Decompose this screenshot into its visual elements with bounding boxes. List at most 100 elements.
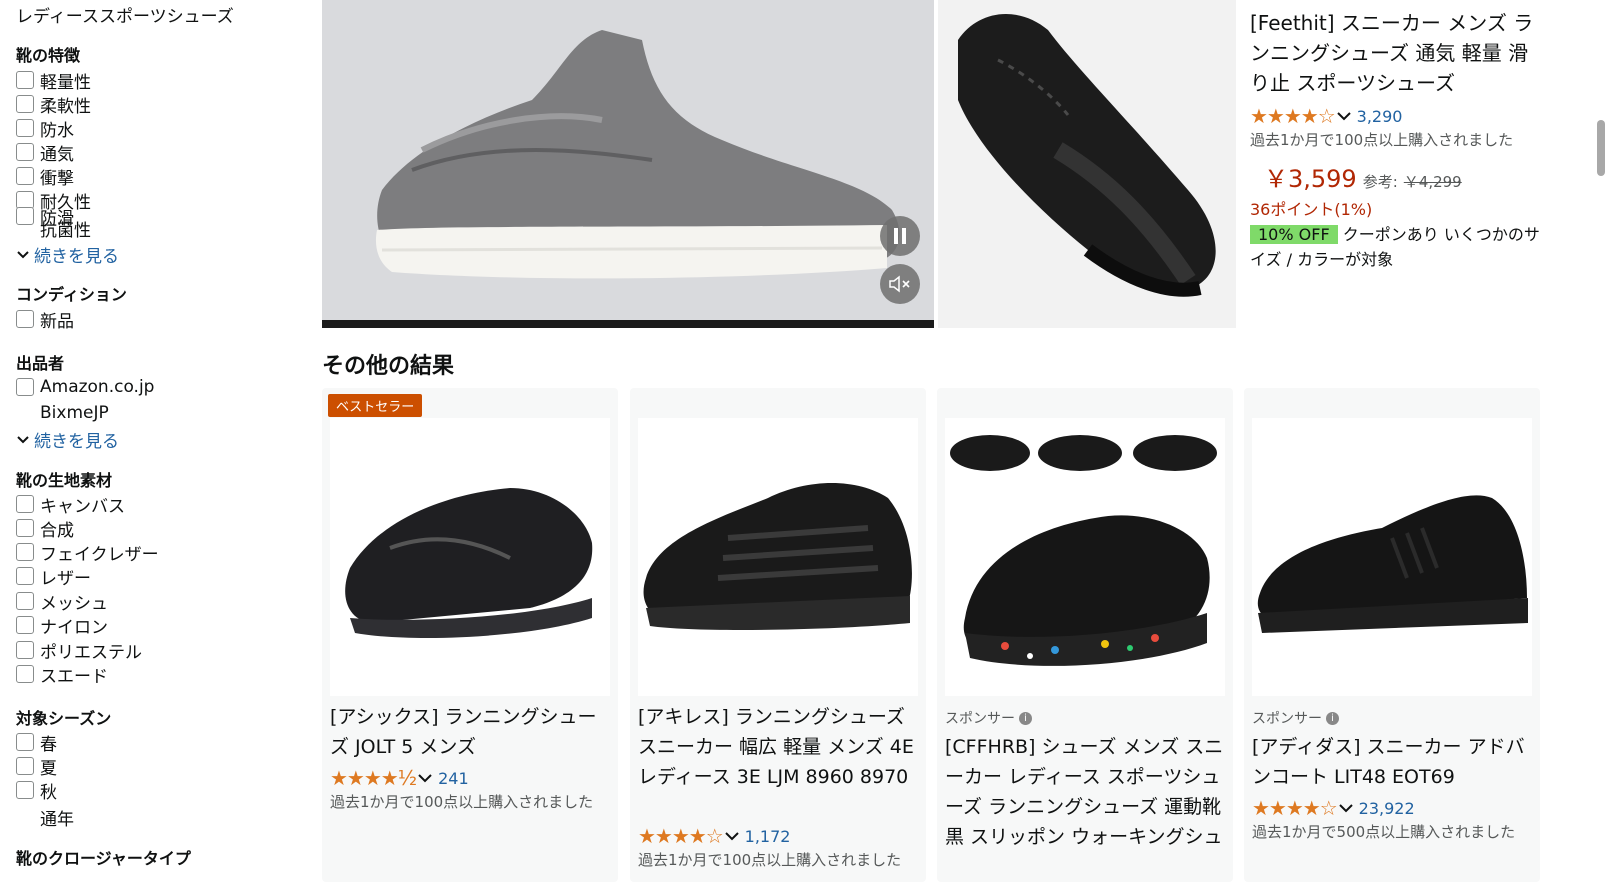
filter-option-polyester[interactable]: ポリエステル — [16, 639, 142, 663]
filter-option-waterproof[interactable]: 防水 — [16, 117, 74, 141]
star-rating[interactable]: ★★★★☆ — [1252, 796, 1338, 820]
product-title-link[interactable]: [CFFHRB] シューズ メンズ スニーカー レディース スポーツシューズ ラ… — [945, 732, 1225, 852]
product-card: スポンサー i [アディダス] スニーカー アドバンコート LIT48 EOT69… — [1244, 388, 1540, 882]
filter-option-all-season[interactable]: 通年 — [16, 806, 74, 830]
checkbox[interactable] — [16, 757, 34, 775]
reference-price: ￥4,299 — [1403, 173, 1462, 191]
sponsored-label[interactable]: スポンサー i — [1252, 708, 1339, 728]
filter-option-lightweight[interactable]: 軽量性 — [16, 69, 91, 93]
filter-option-new[interactable]: 新品 — [16, 308, 74, 332]
coupon-row: 10% OFF クーポンあり いくつかのサイズ / カラーが対象 — [1250, 222, 1540, 272]
filter-sidebar: レディーススポーツシューズ 靴の特徴 軽量性 柔軟性 防水 通気 衝撃 耐久性 … — [0, 0, 300, 882]
seller-see-more-link[interactable]: 続きを見る — [16, 427, 119, 452]
chevron-down-icon[interactable] — [418, 773, 432, 783]
filter-option-summer[interactable]: 夏 — [16, 755, 57, 779]
product-title-link[interactable]: [アディダス] スニーカー アドバンコート LIT48 EOT69 — [1252, 732, 1532, 792]
filter-option-leather[interactable]: レザー — [16, 565, 91, 589]
sponsored-label[interactable]: スポンサー i — [945, 708, 1032, 728]
star-rating[interactable]: ★★★★☆ — [1250, 104, 1336, 128]
product-image-link[interactable] — [1252, 418, 1532, 696]
filter-heading-season: 対象シーズン — [16, 709, 112, 728]
product-image-link[interactable] — [638, 418, 918, 696]
filter-option-synthetic[interactable]: 合成 — [16, 517, 74, 541]
filter-option-canvas[interactable]: キャンバス — [16, 493, 125, 517]
filter-option-bixmejp[interactable]: BixmeJP — [16, 402, 109, 424]
filter-option-shock[interactable]: 衝撃 — [16, 165, 74, 189]
muted-speaker-icon — [889, 275, 910, 293]
page-scrollbar[interactable] — [1597, 120, 1605, 176]
filter-option-antibacterial[interactable]: 抗菌性 — [16, 217, 91, 241]
shoe-product-image — [322, 0, 934, 320]
filter-option-flexible[interactable]: 柔軟性 — [16, 93, 91, 117]
price: ￥3,599 — [1264, 165, 1357, 193]
product-title-link[interactable]: [アシックス] ランニングシューズ JOLT 5 メンズ — [330, 702, 610, 762]
features-see-more-link[interactable]: 続きを見る — [16, 242, 119, 267]
filter-heading-closure: 靴のクロージャータイプ — [16, 849, 191, 868]
chevron-down-icon[interactable] — [1336, 111, 1351, 121]
see-more-label: 続きを見る — [34, 247, 119, 267]
checkbox[interactable] — [16, 310, 34, 328]
info-icon[interactable]: i — [1019, 711, 1032, 725]
rating-count-link[interactable]: 23,922 — [1359, 799, 1415, 818]
star-rating[interactable]: ★★★★½ — [330, 766, 417, 790]
unmute-button[interactable] — [880, 264, 920, 304]
filter-option-autumn[interactable]: 秋 — [16, 779, 57, 803]
chevron-down-icon[interactable] — [1338, 803, 1353, 813]
checkbox[interactable] — [16, 143, 34, 161]
checkbox[interactable] — [16, 167, 34, 185]
checkbox[interactable] — [16, 567, 34, 585]
checkbox[interactable] — [16, 519, 34, 537]
rating-count-link[interactable]: 1,172 — [745, 827, 791, 846]
checkbox[interactable] — [16, 95, 34, 113]
bought-recently-text: 過去1か月で100点以上購入されました — [1250, 131, 1514, 149]
product-rating: ★★★★½ 241 — [330, 766, 469, 790]
checkbox[interactable] — [16, 71, 34, 89]
product-image-link[interactable] — [330, 418, 610, 696]
sidebar-link-womens-sports-shoes[interactable]: レディーススポーツシューズ — [16, 2, 234, 27]
hero-price-row[interactable]: ￥3,599 参考: ￥4,299 — [1250, 159, 1540, 194]
option-label: 柔軟性 — [40, 96, 91, 117]
sponsored-video-player[interactable] — [322, 0, 934, 328]
sponsored-text: スポンサー — [1252, 711, 1322, 727]
checkbox[interactable] — [16, 781, 34, 799]
option-label: メッシュ — [40, 593, 108, 614]
product-rating: ★★★★☆ 23,922 — [1252, 796, 1415, 820]
hero-rating: ★★★★☆ 3,290 — [1250, 104, 1540, 128]
checkbox[interactable] — [16, 495, 34, 513]
option-label: 秋 — [40, 782, 57, 803]
product-image-link[interactable] — [945, 418, 1225, 696]
option-label: 通年 — [40, 809, 74, 830]
more-results-heading: その他の結果 — [322, 354, 455, 379]
hero-product-image-link[interactable] — [938, 0, 1236, 328]
checkbox[interactable] — [16, 543, 34, 561]
points-text: 36ポイント(1%) — [1250, 200, 1373, 219]
coupon-badge: 10% OFF — [1250, 225, 1338, 244]
video-progress-bar[interactable] — [322, 320, 934, 328]
checkbox[interactable] — [16, 733, 34, 751]
rating-count-link[interactable]: 241 — [438, 769, 469, 788]
filter-option-amazon[interactable]: Amazon.co.jp — [16, 376, 154, 398]
rating-count-link[interactable]: 3,290 — [1357, 107, 1403, 126]
hero-product-title[interactable]: [Feethit] スニーカー メンズ ランニングシューズ 通気 軽量 滑り止 … — [1250, 8, 1540, 98]
option-label: 防水 — [40, 120, 74, 141]
product-title-link[interactable]: [アキレス] ランニングシューズ スニーカー 幅広 軽量 メンズ 4E レディー… — [638, 702, 918, 822]
filter-option-fake-leather[interactable]: フェイクレザー — [16, 541, 159, 565]
sponsored-text: スポンサー — [945, 711, 1015, 727]
filter-option-breathable[interactable]: 通気 — [16, 141, 74, 165]
filter-option-nylon[interactable]: ナイロン — [16, 614, 108, 638]
pause-button[interactable] — [880, 216, 920, 256]
checkbox[interactable] — [16, 641, 34, 659]
filter-option-spring[interactable]: 春 — [16, 731, 57, 755]
chevron-down-icon[interactable] — [724, 831, 739, 841]
option-label: 通気 — [40, 144, 74, 165]
filter-option-suede[interactable]: スエード — [16, 663, 108, 687]
checkbox[interactable] — [16, 119, 34, 137]
filter-option-mesh[interactable]: メッシュ — [16, 590, 108, 614]
star-rating[interactable]: ★★★★☆ — [638, 824, 724, 848]
filter-heading-condition: コンディション — [16, 285, 127, 304]
checkbox[interactable] — [16, 592, 34, 610]
checkbox[interactable] — [16, 665, 34, 683]
checkbox[interactable] — [16, 616, 34, 634]
info-icon[interactable]: i — [1326, 711, 1339, 725]
checkbox[interactable] — [16, 378, 34, 396]
